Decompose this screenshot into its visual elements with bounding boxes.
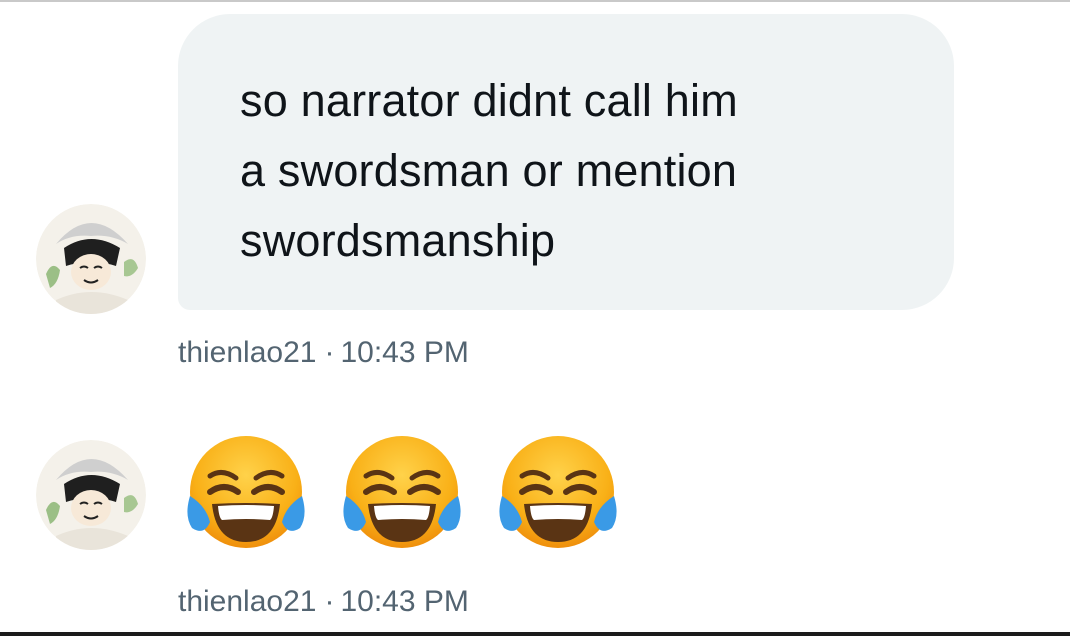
meta-separator: · bbox=[324, 585, 335, 618]
message-text: so narrator didnt call him a swordsman o… bbox=[240, 75, 738, 266]
face-with-tears-of-joy-icon bbox=[343, 436, 461, 548]
face-with-tears-of-joy-icon bbox=[499, 436, 617, 548]
sender-username[interactable]: thienlao21 bbox=[178, 336, 316, 369]
message-bubble[interactable]: so narrator didnt call him a swordsman o… bbox=[178, 14, 954, 310]
message-meta: thienlao21 · 10:43 PM bbox=[178, 585, 469, 619]
avatar[interactable] bbox=[36, 204, 146, 314]
avatar[interactable] bbox=[36, 440, 146, 550]
sender-username[interactable]: thienlao21 bbox=[178, 585, 316, 618]
message-meta: thienlao21 · 10:43 PM bbox=[178, 336, 469, 370]
emoji-message[interactable] bbox=[180, 432, 624, 558]
face-with-tears-of-joy-icon bbox=[187, 436, 305, 548]
message-timestamp: 10:43 PM bbox=[340, 585, 469, 618]
message-timestamp: 10:43 PM bbox=[340, 336, 469, 369]
meta-separator: · bbox=[324, 336, 335, 369]
top-divider bbox=[0, 0, 1070, 2]
bottom-divider bbox=[0, 632, 1070, 636]
avatar-illustration bbox=[36, 440, 146, 550]
avatar-illustration bbox=[36, 204, 146, 314]
dm-conversation: so narrator didnt call him a swordsman o… bbox=[0, 0, 1070, 636]
